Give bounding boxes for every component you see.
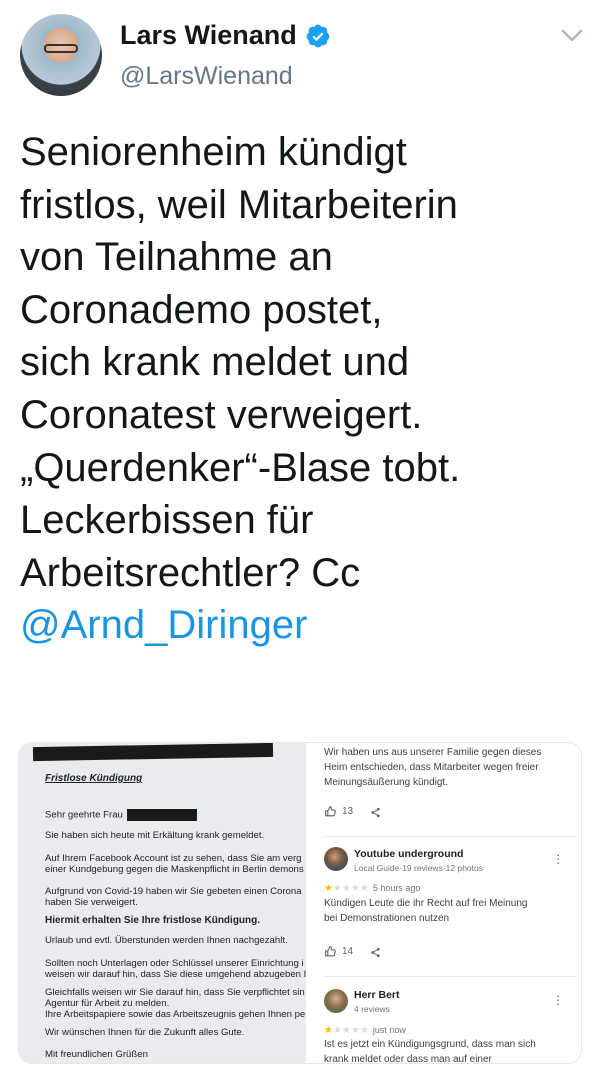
letter-line: weisen wir darauf hin, dass Sie diese um… xyxy=(45,969,306,980)
letter-line: Urlaub und evtl. Überstunden werden Ihne… xyxy=(45,935,288,946)
letter-line: Ihre Arbeitspapiere sowie das Arbeitszeu… xyxy=(45,1009,306,1020)
tweet-text-line: Coronatest verweigert. xyxy=(20,392,423,437)
letter-line: Wir wünschen Ihnen für die Zukunft alles… xyxy=(45,1027,245,1038)
thumbs-up-icon xyxy=(325,946,336,957)
reviews-image[interactable]: Wir haben uns aus unserer Familie gegen … xyxy=(312,743,581,1064)
review-text-line: Wir haben uns aus unserer Familie gegen … xyxy=(324,747,542,758)
review-rating: ★★★★★ 5 hours ago xyxy=(324,881,420,896)
thumbs-up-icon xyxy=(325,806,336,817)
more-vertical-icon[interactable]: · · · xyxy=(556,848,560,869)
like-button[interactable]: 14 xyxy=(324,945,353,958)
tweet-text-line: fristlos, weil Mitarbeiterin xyxy=(20,182,458,227)
letter-line: Sollten noch Unterlagen oder Schlüssel u… xyxy=(45,958,304,969)
review-time: 5 hours ago xyxy=(372,883,421,893)
like-count: 14 xyxy=(342,946,354,957)
tweet-text-line: Seniorenheim kündigt xyxy=(20,130,407,174)
star-rating-icon: ★★★★★ xyxy=(324,883,369,894)
letter-line: Auf Ihrem Facebook Account ist zu sehen,… xyxy=(45,853,302,864)
tweet-text-line: „Querdenker“-Blase tobt. xyxy=(20,445,461,490)
review-text-line: Ist es jetzt ein Kündigungsgrund, dass m… xyxy=(324,1039,536,1050)
tweet-text-line: von Teilnahme an xyxy=(20,235,333,280)
salutation-text: Sehr geehrte Frau xyxy=(45,809,123,821)
reviewer-avatar[interactable] xyxy=(324,989,348,1013)
letter-salutation: Sehr geehrte Frau xyxy=(45,809,197,821)
tweet-header: Lars Wienand @LarsWienand xyxy=(0,0,600,110)
review-time: just now xyxy=(372,1025,406,1035)
letter-line: Hiermit erhalten Sie Ihre fristlose Künd… xyxy=(45,915,261,926)
author-handle[interactable]: @LarsWienand xyxy=(120,62,293,91)
author-name[interactable]: Lars Wienand xyxy=(120,20,297,51)
letter-line: Mit freundlichen Grüßen xyxy=(45,1049,148,1060)
review-text-line: bei Demonstrationen nutzen xyxy=(324,913,450,924)
letter-line: Aufgrund von Covid-19 haben wir Sie gebe… xyxy=(45,886,302,897)
letter-heading: Fristlose Kündigung xyxy=(45,773,143,784)
mention-link[interactable]: @Arnd_Diringer xyxy=(20,599,585,652)
reviewer-name[interactable]: Herr Bert xyxy=(354,988,400,1003)
tweet-text-line: Coronademo postet, xyxy=(20,287,383,332)
letter-line: haben Sie verweigert. xyxy=(45,897,138,908)
review-text-line: Heim entschieden, dass Mitarbeiter wegen… xyxy=(324,762,539,773)
letter-line: Agentur für Arbeit zu melden. xyxy=(45,998,170,1009)
author-name-row: Lars Wienand xyxy=(120,20,331,51)
letter-line: Sie haben sich heute mit Erkältung krank… xyxy=(45,830,265,841)
review-rating: ★★★★★ just now xyxy=(324,1023,406,1038)
redaction-bar xyxy=(32,743,274,762)
letter-line: Gleichfalls weisen wir Sie darauf hin, d… xyxy=(45,987,305,998)
verified-badge-icon xyxy=(306,24,330,47)
reviewer-meta: Local Guide·19 reviews·12 photos xyxy=(354,863,483,873)
tweet-media[interactable]: Fristlose Kündigung Sehr geehrte Frau Si… xyxy=(18,742,582,1064)
reviewer-avatar[interactable] xyxy=(324,847,348,871)
like-count: 13 xyxy=(342,806,354,817)
star-rating-icon: ★★★★★ xyxy=(324,1025,369,1036)
more-vertical-icon[interactable]: · · · xyxy=(556,989,560,1010)
review-text-line: krank meldet oder dass man auf einer xyxy=(324,1054,492,1064)
review-text-line: Kündigen Leute die ihr Recht auf frei Me… xyxy=(324,898,528,909)
share-icon[interactable] xyxy=(370,807,381,818)
tweet-text: Seniorenheim kündigt fristlos, weil Mita… xyxy=(20,126,585,652)
review-text-line: Meinungsäußerung kündigt. xyxy=(324,777,448,788)
letter-image[interactable]: Fristlose Kündigung Sehr geehrte Frau Si… xyxy=(19,743,306,1063)
share-icon[interactable] xyxy=(370,947,381,958)
divider xyxy=(324,836,576,837)
tweet-text-line: Leckerbissen für xyxy=(20,498,314,543)
reviewer-name[interactable]: Youtube underground xyxy=(354,847,463,862)
chevron-down-icon[interactable] xyxy=(560,28,584,44)
avatar-glasses xyxy=(44,44,78,53)
like-button[interactable]: 13 xyxy=(324,805,353,818)
author-avatar[interactable] xyxy=(20,14,102,96)
tweet-text-line: sich krank meldet und xyxy=(20,340,410,385)
letter-line: einer Kundgebung gegen die Maskenpflicht… xyxy=(45,864,304,875)
reviewer-meta: 4 reviews xyxy=(354,1004,390,1014)
tweet-text-line: Arbeitsrechtler? Cc xyxy=(20,550,361,595)
redaction-box xyxy=(126,809,197,821)
divider xyxy=(324,976,576,977)
